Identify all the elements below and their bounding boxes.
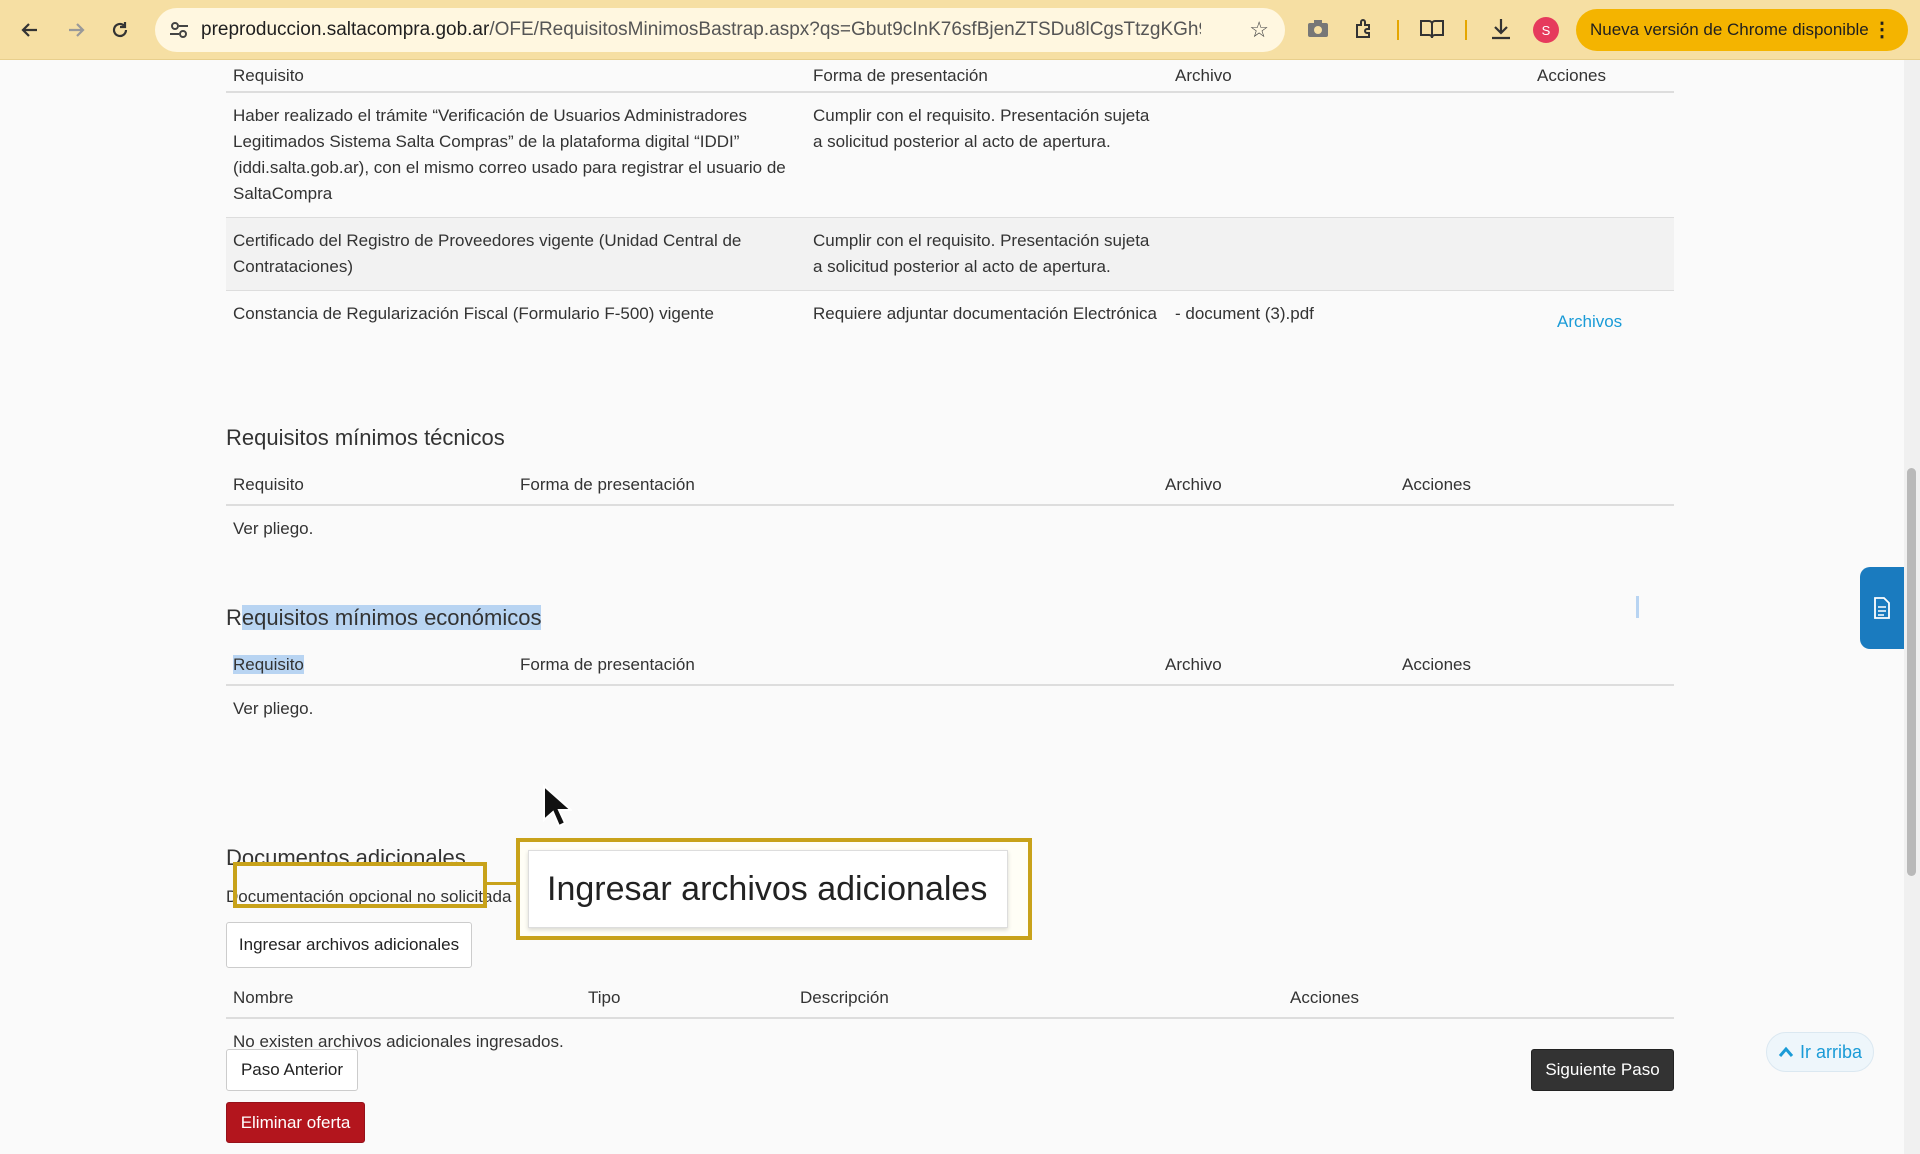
table-header-row: Nombre Tipo Descripción Acciones <box>226 978 1674 1019</box>
adicionales-table: Nombre Tipo Descripción Acciones No exis… <box>226 978 1674 1065</box>
browser-toolbar: preproduccion.saltacompra.gob.ar/OFE/Req… <box>0 0 1920 60</box>
header-forma: Forma de presentación <box>513 645 1158 686</box>
archivos-link[interactable]: Archivos <box>1557 312 1622 331</box>
header-requisito: Requisito <box>226 465 513 506</box>
header-archivo: Archivo <box>1168 60 1530 93</box>
add-files-button[interactable]: Ingresar archivos adicionales <box>226 922 472 968</box>
row-archivo-file: - document (3).pdf <box>1168 290 1530 345</box>
screenshot-icon[interactable] <box>1303 14 1333 44</box>
header-descripcion: Descripción <box>793 978 1283 1019</box>
header-acciones: Acciones <box>1395 465 1674 506</box>
header-acciones: Acciones <box>1530 60 1674 93</box>
economicos-title: Requisitos mínimos económicos <box>226 605 542 630</box>
row-archivo <box>1168 217 1530 291</box>
row-requisito: Constancia de Regularización Fiscal (For… <box>226 290 806 345</box>
header-nombre: Nombre <box>226 978 581 1019</box>
prev-step-button[interactable]: Paso Anterior <box>226 1049 358 1091</box>
selection-marker <box>1636 596 1639 618</box>
delete-offer-button[interactable]: Eliminar oferta <box>226 1102 365 1143</box>
row-archivo <box>1168 91 1530 218</box>
header-forma: Forma de presentación <box>513 465 1158 506</box>
admin-requirements-table: Requisito Forma de presentación Archivo … <box>226 60 1674 345</box>
header-requisito: Requisito <box>226 60 806 93</box>
economicos-table: Requisito Forma de presentación Archivo … <box>226 645 1674 732</box>
row-requisito: Certificado del Registro de Proveedores … <box>226 217 806 291</box>
zoom-callout: Ingresar archivos adicionales <box>516 838 1032 940</box>
more-menu-icon[interactable]: ⋮ <box>1872 17 1892 42</box>
tecnicos-empty-text: Ver pliego. <box>233 519 314 538</box>
reload-icon[interactable] <box>102 12 138 48</box>
tecnicos-table: Requisito Forma de presentación Archivo … <box>226 465 1674 552</box>
callout-text: Ingresar archivos adicionales <box>528 850 1008 928</box>
bookmark-star-icon[interactable]: ☆ <box>1249 17 1269 43</box>
header-requisito: Requisito <box>226 645 513 686</box>
table-row: No existen archivos adicionales ingresad… <box>226 1018 1674 1065</box>
forward-icon[interactable] <box>58 12 94 48</box>
scrollbar-thumb[interactable] <box>1907 468 1916 876</box>
url-text[interactable]: preproduccion.saltacompra.gob.ar/OFE/Req… <box>201 19 1201 41</box>
extensions-icon[interactable] <box>1350 14 1380 44</box>
reading-list-icon[interactable] <box>1417 14 1447 44</box>
document-side-tab[interactable] <box>1860 567 1904 649</box>
economicos-empty-text: Ver pliego. <box>233 699 314 718</box>
download-icon[interactable] <box>1486 14 1516 44</box>
chrome-update-label: Nueva versión de Chrome disponible <box>1590 20 1869 39</box>
profile-avatar[interactable]: S <box>1533 17 1559 43</box>
document-icon <box>1874 597 1890 619</box>
table-row: Constancia de Regularización Fiscal (For… <box>226 290 1674 345</box>
scroll-to-top-button[interactable]: Ir arriba <box>1766 1032 1874 1072</box>
row-forma: Cumplir con el requisito. Presentación s… <box>806 91 1168 218</box>
table-row: Ver pliego. <box>226 505 1674 552</box>
header-tipo: Tipo <box>581 978 793 1019</box>
back-icon[interactable] <box>12 12 48 48</box>
scroll-to-top-label: Ir arriba <box>1799 1041 1862 1062</box>
adicionales-empty-text: No existen archivos adicionales ingresad… <box>233 1032 564 1051</box>
address-bar[interactable]: preproduccion.saltacompra.gob.ar/OFE/Req… <box>155 8 1285 52</box>
header-forma: Forma de presentación <box>806 60 1168 93</box>
table-header-row: Requisito Forma de presentación Archivo … <box>226 465 1674 506</box>
header-acciones: Acciones <box>1283 978 1674 1019</box>
tecnicos-title: Requisitos mínimos técnicos <box>226 425 505 450</box>
table-row: Haber realizado el trámite “Verificación… <box>226 91 1674 218</box>
callout-highlight-box <box>233 862 487 908</box>
table-header-row: Requisito Forma de presentación Archivo … <box>226 645 1674 686</box>
next-step-button[interactable]: Siguiente Paso <box>1531 1049 1674 1091</box>
row-requisito: Haber realizado el trámite “Verificación… <box>226 91 806 218</box>
chrome-update-button[interactable]: Nueva versión de Chrome disponible ⋮ <box>1576 9 1908 51</box>
chevron-up-icon <box>1778 1046 1794 1057</box>
row-forma: Requiere adjuntar documentación Electrón… <box>806 290 1168 345</box>
table-row: Ver pliego. <box>226 685 1674 732</box>
callout-connector <box>487 882 517 885</box>
site-settings-icon[interactable] <box>167 18 193 42</box>
header-archivo: Archivo <box>1158 645 1395 686</box>
header-archivo: Archivo <box>1158 465 1395 506</box>
toolbar-separator <box>1465 20 1467 40</box>
mouse-cursor-icon <box>542 783 574 835</box>
toolbar-separator <box>1397 20 1399 40</box>
row-acciones <box>1530 91 1674 218</box>
header-acciones: Acciones <box>1395 645 1674 686</box>
row-forma: Cumplir con el requisito. Presentación s… <box>806 217 1168 291</box>
table-row: Certificado del Registro de Proveedores … <box>226 217 1674 291</box>
row-acciones <box>1530 217 1674 291</box>
table-header-row: Requisito Forma de presentación Archivo … <box>226 60 1674 93</box>
